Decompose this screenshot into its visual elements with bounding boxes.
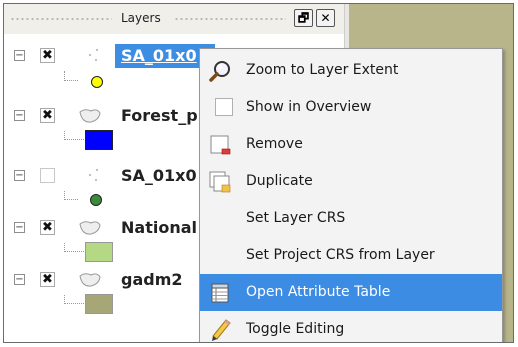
layer-visibility-checkbox[interactable]: ✖ xyxy=(40,272,55,287)
menu-item-zoom-to-layer-extent[interactable]: Zoom to Layer Extent xyxy=(200,52,502,89)
legend-green-circle-icon xyxy=(90,194,102,206)
menu-item-label: Open Attribute Table xyxy=(246,284,391,300)
polygon-layer-icon xyxy=(79,221,101,235)
layer-name: SA_01x0 xyxy=(121,46,197,65)
collapse-toggle[interactable]: − xyxy=(14,222,25,233)
point-layer-icon xyxy=(88,48,99,62)
duplicate-layer-icon xyxy=(209,171,231,193)
legend-lightgreen-square-icon xyxy=(85,242,113,262)
tree-branch xyxy=(64,295,84,304)
menu-item-label: Set Project CRS from Layer xyxy=(246,247,435,263)
layer-context-menu: Zoom to Layer Extent Show in Overview Re… xyxy=(199,48,503,342)
point-layer-icon xyxy=(88,168,99,182)
menu-item-set-project-crs-from-layer[interactable]: Set Project CRS from Layer xyxy=(200,237,502,274)
close-panel-button[interactable]: ✕ xyxy=(316,9,335,27)
panel-title: Layers xyxy=(121,11,161,25)
legend-blue-square-icon xyxy=(85,130,113,150)
menu-item-remove[interactable]: Remove xyxy=(200,126,502,163)
float-panel-button[interactable]: 🗗 xyxy=(294,9,313,27)
legend-khaki-square-icon xyxy=(85,294,113,314)
table-icon xyxy=(211,283,229,303)
titlebar-grip xyxy=(174,17,286,21)
menu-item-set-layer-crs[interactable]: Set Layer CRS xyxy=(200,200,502,237)
checkbox-icon[interactable] xyxy=(215,98,233,116)
polygon-layer-icon xyxy=(79,109,101,123)
menu-item-label: Show in Overview xyxy=(246,99,372,115)
menu-item-label: Set Layer CRS xyxy=(246,210,346,226)
polygon-layer-icon xyxy=(79,273,101,287)
menu-item-open-attribute-table[interactable]: Open Attribute Table xyxy=(200,274,502,311)
tree-branch xyxy=(64,243,84,252)
tree-branch xyxy=(64,71,78,81)
layer-name: SA_01x0 xyxy=(121,166,197,185)
layer-name: National xyxy=(121,218,197,237)
layer-name: Forest_p xyxy=(121,106,198,125)
collapse-toggle[interactable]: − xyxy=(14,50,25,61)
qgis-window: Layers 🗗 ✕ − ✖ SA_01x0 − ✖ Forest_p − SA… xyxy=(3,3,514,343)
collapse-toggle[interactable]: − xyxy=(14,170,25,181)
menu-item-toggle-editing[interactable]: Toggle Editing xyxy=(200,311,502,342)
collapse-toggle[interactable]: − xyxy=(14,274,25,285)
titlebar-grip xyxy=(10,17,112,21)
remove-layer-icon xyxy=(210,135,231,155)
layers-panel-titlebar[interactable]: Layers 🗗 ✕ xyxy=(4,4,344,34)
layer-visibility-checkbox-unchecked[interactable] xyxy=(40,168,55,183)
magnifier-icon xyxy=(209,61,230,82)
pencil-icon xyxy=(212,319,231,341)
layer-name: gadm2 xyxy=(121,270,183,289)
menu-item-label: Toggle Editing xyxy=(246,321,345,337)
tree-branch xyxy=(64,131,84,140)
menu-item-show-in-overview[interactable]: Show in Overview xyxy=(200,89,502,126)
menu-item-label: Zoom to Layer Extent xyxy=(246,62,399,78)
layer-visibility-checkbox[interactable]: ✖ xyxy=(40,48,55,63)
legend-yellow-circle-icon xyxy=(91,76,103,88)
collapse-toggle[interactable]: − xyxy=(14,110,25,121)
menu-item-duplicate[interactable]: Duplicate xyxy=(200,163,502,200)
menu-item-label: Duplicate xyxy=(246,173,313,189)
tree-branch xyxy=(64,191,78,200)
layer-visibility-checkbox[interactable]: ✖ xyxy=(40,108,55,123)
layer-visibility-checkbox[interactable]: ✖ xyxy=(40,220,55,235)
menu-item-label: Remove xyxy=(246,136,303,152)
